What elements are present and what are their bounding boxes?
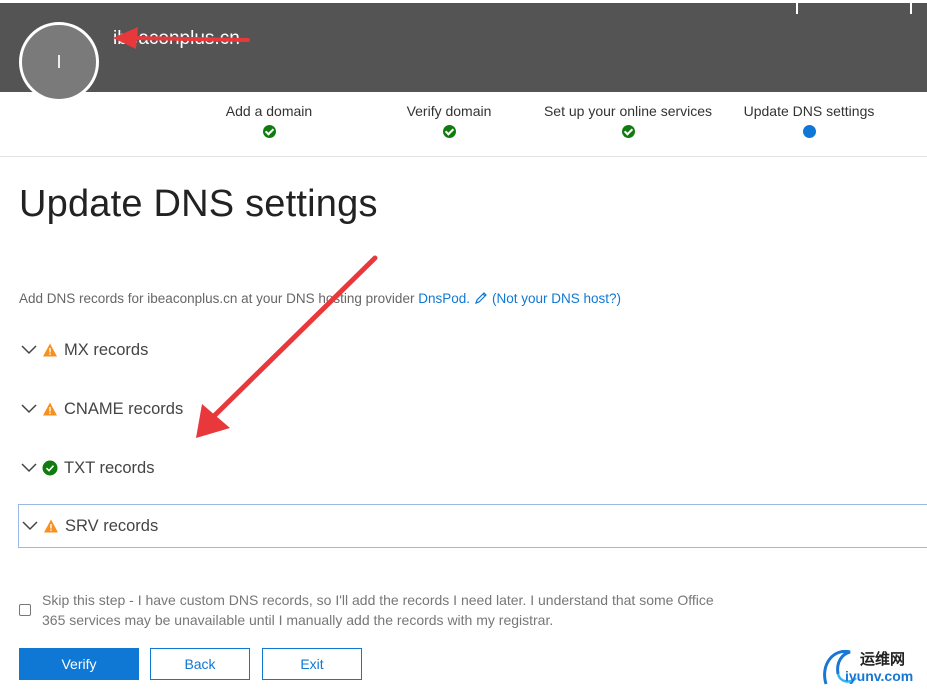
header-top-divider — [0, 0, 927, 3]
step-update-dns: Update DNS settings — [714, 102, 904, 141]
provider-link[interactable]: DnsPod. — [418, 291, 470, 306]
step-label: Set up your online services — [543, 103, 713, 119]
wizard-steps: Add a domain Verify domain Set up your o… — [0, 92, 927, 157]
record-row-mx[interactable]: MX records — [18, 328, 927, 372]
page-title: Update DNS settings — [19, 183, 378, 225]
intro-text-line: Add DNS records for ibeaconplus.cn at yo… — [19, 291, 621, 308]
skip-text-line2: 365 services may be unavailable until I … — [42, 612, 554, 628]
edit-pencil-icon[interactable] — [474, 291, 488, 308]
chevron-down-icon[interactable] — [20, 341, 38, 359]
warning-icon — [44, 519, 58, 533]
record-label: TXT records — [64, 458, 155, 477]
avatar[interactable]: I — [19, 22, 99, 102]
not-dns-host-link[interactable]: (Not your DNS host?) — [492, 291, 621, 306]
watermark-logo: 运维网 iyunv.com — [820, 644, 925, 690]
record-row-txt[interactable]: TXT records — [18, 446, 927, 490]
step-label: Add a domain — [225, 103, 313, 119]
check-icon — [262, 125, 276, 138]
step-add-domain: Add a domain — [174, 102, 364, 141]
back-button[interactable]: Back — [150, 648, 250, 680]
chevron-down-icon[interactable] — [21, 517, 39, 535]
record-label: MX records — [64, 340, 149, 359]
step-label: Update DNS settings — [743, 103, 875, 119]
watermark-cn-text: 运维网 — [860, 650, 906, 668]
check-circle-icon — [42, 460, 58, 476]
check-icon — [442, 125, 456, 138]
watermark-en-text: iyunv.com — [845, 668, 914, 684]
warning-icon — [43, 402, 57, 416]
header-bar: ibeaconplus.cn — [0, 0, 927, 92]
intro-text: Add DNS records for ibeaconplus.cn at yo… — [19, 291, 415, 306]
domain-title: ibeaconplus.cn — [113, 28, 240, 49]
record-row-srv[interactable]: SRV records — [18, 504, 927, 548]
skip-text-line1: Skip this step - I have custom DNS recor… — [42, 592, 714, 608]
skip-step-checkbox[interactable] — [19, 604, 31, 616]
verify-button[interactable]: Verify — [19, 648, 139, 680]
step-online-services: Set up your online services — [533, 102, 723, 141]
current-step-icon — [802, 125, 816, 138]
exit-button[interactable]: Exit — [262, 648, 362, 680]
avatar-initial: I — [56, 51, 62, 72]
warning-icon — [43, 343, 57, 357]
step-verify-domain: Verify domain — [354, 102, 544, 141]
record-row-cname[interactable]: CNAME records — [18, 387, 927, 431]
header-divider-tick — [796, 0, 798, 14]
skip-step-label: Skip this step - I have custom DNS recor… — [42, 590, 742, 630]
record-label: CNAME records — [64, 399, 184, 418]
chevron-down-icon[interactable] — [20, 400, 38, 418]
step-label: Verify domain — [406, 103, 492, 119]
record-label: SRV records — [65, 516, 159, 535]
check-icon — [621, 125, 635, 138]
chevron-down-icon[interactable] — [20, 459, 38, 477]
header-divider-tick — [910, 0, 912, 14]
